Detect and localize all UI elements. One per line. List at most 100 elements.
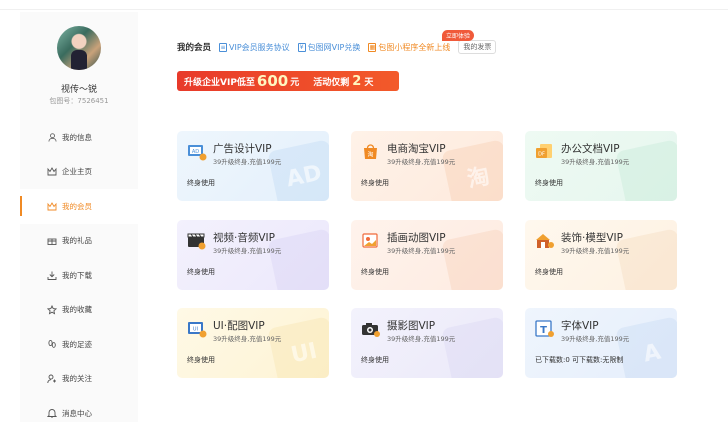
svg-text:淘: 淘 xyxy=(367,151,373,159)
vip-card-office[interactable]: DF 办公文档VIP 39升级终身,充值199元 终身使用 xyxy=(525,131,677,201)
vip-card-video-audio[interactable]: 视频·音频VIP 39升级终身,充值199元 终身使用 xyxy=(177,220,329,290)
sidebar-item-info[interactable]: 我的信息 xyxy=(20,120,138,155)
sidebar-item-company[interactable]: 企业主页 xyxy=(20,155,138,190)
exchange-icon: ¥ xyxy=(297,42,306,52)
card-subtitle: 39升级终身,充值199元 xyxy=(387,335,456,343)
card-footer: 终身使用 xyxy=(187,356,215,364)
card-title: 插画动图VIP xyxy=(387,232,446,244)
vip-card-ui[interactable]: UI UI UI·配图VIP 39升级终身,充值199元 终身使用 xyxy=(177,308,329,378)
sidebar-item-label: 我的收藏 xyxy=(62,305,92,315)
card-title: 摄影图VIP xyxy=(387,320,436,332)
card-decoration xyxy=(615,139,677,201)
card-footer: 终身使用 xyxy=(187,179,215,187)
sidebar-item-downloads[interactable]: 我的下载 xyxy=(20,258,138,293)
banner-unit: 元 xyxy=(290,77,300,88)
star-icon xyxy=(47,304,57,315)
sidebar-item-label: 消息中心 xyxy=(62,408,92,418)
card-subtitle: 39升级终身,充值199元 xyxy=(387,158,456,166)
vip-card-photography[interactable]: 摄影图VIP 39升级终身,充值199元 终身使用 xyxy=(351,308,503,378)
user-name: 视传～锐 xyxy=(60,85,97,95)
card-subtitle: 39升级终身,充值199元 xyxy=(387,247,456,255)
ad-design-icon: AD xyxy=(188,145,207,161)
document-icon: ≡ xyxy=(219,42,228,52)
sidebar-item-label: 我的足迹 xyxy=(62,339,92,349)
card-subtitle: 39升级终身,充值199元 xyxy=(213,335,282,343)
sidebar-item-label: 我的会员 xyxy=(62,201,92,211)
font-icon: T xyxy=(535,320,554,337)
banner-text-1: 升级企业VIP低至 xyxy=(184,77,255,88)
card-footer: 终身使用 xyxy=(361,268,389,276)
card-footer: 终身使用 xyxy=(187,268,215,276)
svg-text:DF: DF xyxy=(538,152,545,158)
try-now-badge[interactable]: 立即体验 xyxy=(442,30,475,41)
sidebar-item-messages[interactable]: 消息中心 xyxy=(20,396,138,422)
card-title: 字体VIP xyxy=(561,320,599,332)
card-footer: 终身使用 xyxy=(361,179,389,187)
follow-icon xyxy=(47,374,57,384)
sidebar-item-membership[interactable]: 我的会员 xyxy=(20,189,138,224)
card-title: 装饰·模型VIP xyxy=(561,232,623,244)
office-doc-icon: DF xyxy=(536,144,552,158)
card-title: 视频·音频VIP xyxy=(213,232,275,244)
banner-price: 600 xyxy=(256,72,289,90)
vip-agreement-link[interactable]: ≡ VIP会员服务协议 xyxy=(219,42,290,53)
svg-text:AD: AD xyxy=(192,149,199,155)
user-icon xyxy=(47,132,57,142)
svg-text:T: T xyxy=(540,325,547,336)
decoration-model-icon xyxy=(536,234,554,248)
vip-agreement-label: VIP会员服务协议 xyxy=(229,42,290,52)
card-decoration: AD xyxy=(267,139,329,201)
miniapp-link[interactable]: ▦ 包图小程序全新上线 xyxy=(368,42,450,53)
card-decoration: UI xyxy=(267,316,329,378)
sidebar-item-label: 我的关注 xyxy=(62,374,92,384)
vip-exchange-label: 包图网VIP兑换 xyxy=(307,42,361,52)
card-subtitle: 39升级终身,充值199元 xyxy=(561,247,630,255)
card-title: UI·配图VIP xyxy=(213,320,265,332)
sidebar-item-gifts[interactable]: 我的礼品 xyxy=(20,224,138,259)
avatar[interactable] xyxy=(57,26,101,70)
card-subtitle: 39升级终身,充值199元 xyxy=(213,247,282,255)
card-title: 广告设计VIP xyxy=(213,143,272,155)
enterprise-promo-banner[interactable]: 升级企业VIP低至 600 元 活动仅剩 2 天 xyxy=(177,71,399,91)
ui-image-icon: UI xyxy=(188,322,207,338)
gift-icon xyxy=(47,236,57,246)
sidebar-item-following[interactable]: 我的关注 xyxy=(20,362,138,397)
vip-card-decoration-model[interactable]: 装饰·模型VIP 39升级终身,充值199元 终身使用 xyxy=(525,220,677,290)
sidebar-item-label: 我的下载 xyxy=(62,270,92,280)
card-decoration: 淘 xyxy=(441,139,503,201)
card-decoration xyxy=(441,316,503,378)
card-footer: 已下载数:0 可下载数:无限制 xyxy=(535,356,624,364)
vip-card-taobao[interactable]: 淘 淘 电商淘宝VIP 39升级终身,充值199元 终身使用 xyxy=(351,131,503,201)
sidebar-item-favorites[interactable]: 我的收藏 xyxy=(20,293,138,328)
sidebar-item-label: 企业主页 xyxy=(62,167,92,177)
user-id: 包图号：7526451 xyxy=(49,97,109,105)
taobao-icon: 淘 xyxy=(364,144,377,159)
svg-text:UI: UI xyxy=(193,327,198,333)
card-decoration: A xyxy=(615,316,677,378)
invoice-button[interactable]: 我的发票 xyxy=(458,40,497,54)
card-title: 电商淘宝VIP xyxy=(387,143,446,155)
top-bar xyxy=(0,0,728,10)
banner-days: 2 xyxy=(352,73,362,89)
card-subtitle: 39升级终身,充值199元 xyxy=(213,158,282,166)
sidebar-nav: 我的信息 企业主页 我的会员 我的礼品 我的下载 我的收藏 我的足迹 我的关注 xyxy=(20,120,138,422)
camera-icon xyxy=(362,323,380,337)
sidebar-item-history[interactable]: 我的足迹 xyxy=(20,327,138,362)
bell-icon xyxy=(47,408,57,418)
sidebar-item-label: 我的信息 xyxy=(62,132,92,142)
card-title: 办公文档VIP xyxy=(561,143,620,155)
crown-icon xyxy=(47,167,57,177)
card-subtitle: 39升级终身,充值199元 xyxy=(561,158,630,166)
vip-crown-icon xyxy=(47,201,57,211)
member-header: 我的会员 ≡ VIP会员服务协议 ¥ 包图网VIP兑换 ▦ 包图小程序全新上线 … xyxy=(177,40,497,54)
card-subtitle: 39升级终身,充值199元 xyxy=(561,335,630,343)
card-decoration xyxy=(615,228,677,290)
vip-card-illustration[interactable]: 插画动图VIP 39升级终身,充值199元 终身使用 xyxy=(351,220,503,290)
page-title: 我的会员 xyxy=(177,43,212,53)
vip-card-font[interactable]: A T 字体VIP 39升级终身,充值199元 已下载数:0 可下载数:无限制 xyxy=(525,308,677,378)
card-decoration xyxy=(441,228,503,290)
vip-exchange-link[interactable]: ¥ 包图网VIP兑换 xyxy=(297,42,361,53)
card-footer: 终身使用 xyxy=(361,356,389,364)
vip-card-ad-design[interactable]: AD AD 广告设计VIP 39升级终身,充值199元 终身使用 xyxy=(177,131,329,201)
footprint-icon xyxy=(47,339,57,349)
